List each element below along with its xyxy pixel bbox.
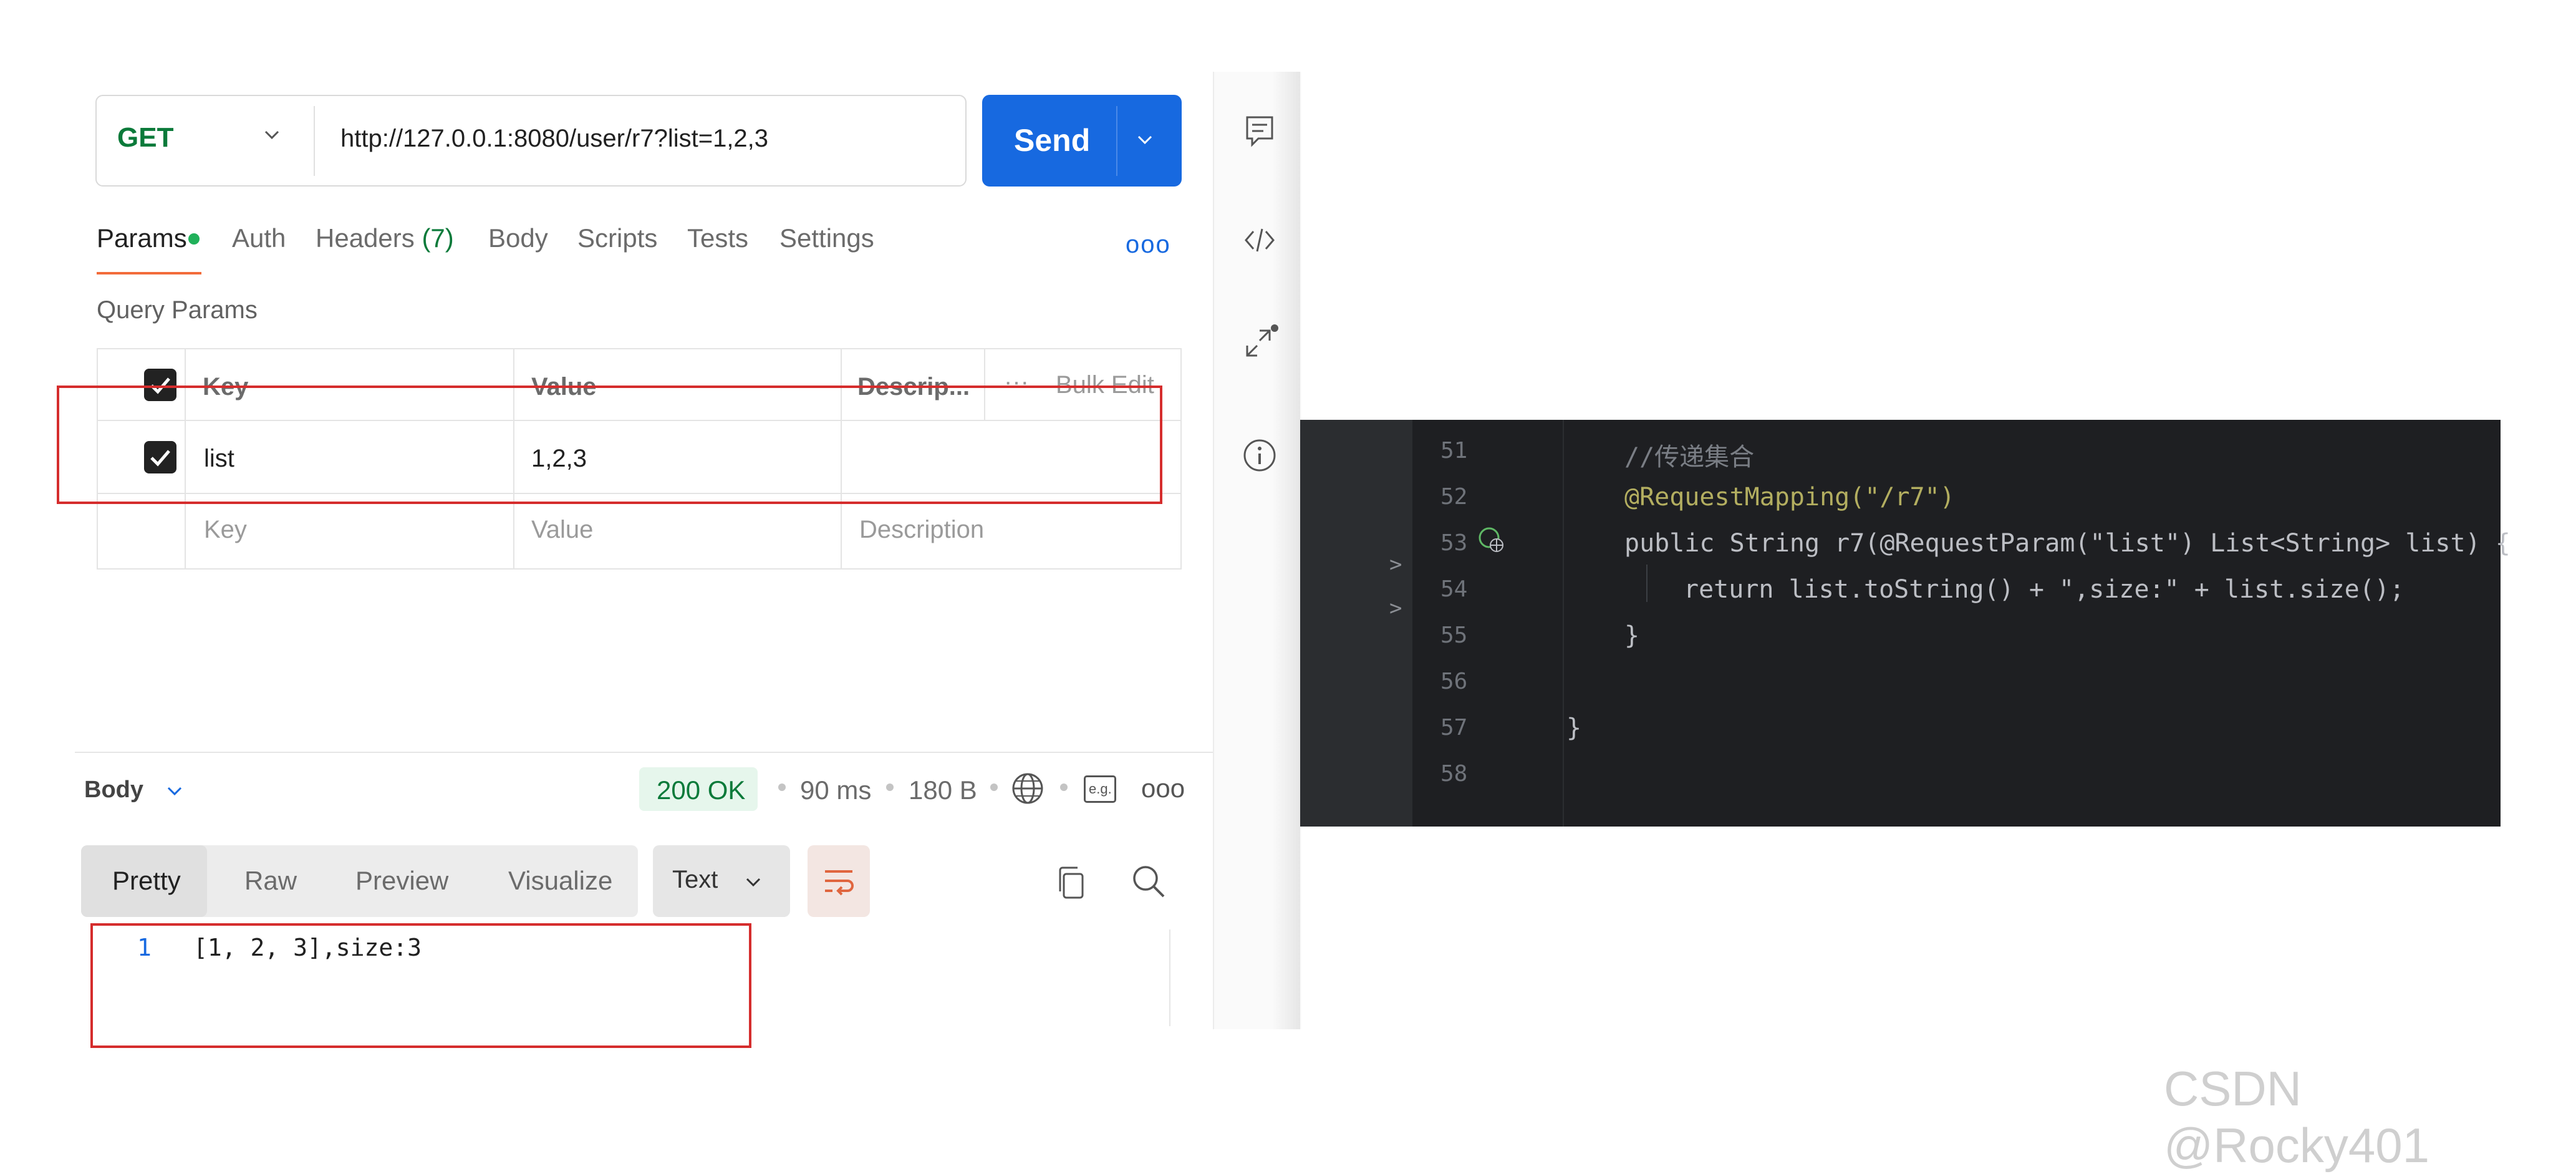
separator-dot xyxy=(990,783,998,791)
new-key-input[interactable]: Key xyxy=(204,516,247,544)
code-line: } xyxy=(1624,621,1640,650)
sidebar-shadow xyxy=(1272,72,1300,1029)
method-select[interactable]: GET xyxy=(117,122,173,153)
fold-marker[interactable]: > xyxy=(1389,596,1402,621)
line-number: 58 xyxy=(1440,761,1468,787)
query-params-label: Query Params xyxy=(97,296,258,324)
example-icon-label: e.g. xyxy=(1089,781,1112,797)
response-size: 180 B xyxy=(909,775,977,805)
code-annotation: @RequestMapping("/r7") xyxy=(1624,483,1955,512)
tab-scripts[interactable]: Scripts xyxy=(577,223,657,253)
tab-headers[interactable]: Headers (7) xyxy=(316,223,454,253)
send-divider xyxy=(1116,106,1117,176)
response-divider xyxy=(75,752,1213,753)
code-comment: //传递集合 xyxy=(1624,443,1755,472)
globe-icon[interactable] xyxy=(1010,771,1045,806)
comments-icon[interactable] xyxy=(1241,112,1278,150)
separator-dot xyxy=(1060,783,1068,791)
tab-body[interactable]: Body xyxy=(488,223,548,253)
active-tab-underline xyxy=(97,272,201,274)
headers-count: (7) xyxy=(422,223,454,253)
status-code: 200 OK xyxy=(657,775,746,805)
line-number: 52 xyxy=(1440,484,1468,510)
line-number: 51 xyxy=(1440,438,1468,463)
indent-guide xyxy=(1646,565,1647,602)
wrap-lines-button[interactable] xyxy=(808,845,870,917)
example-icon[interactable]: e.g. xyxy=(1084,775,1116,803)
line-number: 55 xyxy=(1440,623,1468,648)
new-value-input[interactable]: Value xyxy=(531,516,593,544)
tab-settings[interactable]: Settings xyxy=(779,223,874,253)
method-divider xyxy=(314,106,315,176)
tab-tests[interactable]: Tests xyxy=(687,223,748,253)
code-icon[interactable] xyxy=(1241,221,1278,259)
response-time: 90 ms xyxy=(800,775,872,805)
watermark: CSDN @Rocky401 xyxy=(2164,1061,2430,1173)
code-line: public String r7(@RequestParam("list") L… xyxy=(1624,529,2511,558)
code-line: return list.toString() + ",size:" + list… xyxy=(1684,575,2405,604)
separator-dot xyxy=(886,783,894,791)
info-icon[interactable] xyxy=(1241,437,1278,474)
editor-left-gutter xyxy=(1300,420,1412,827)
tab-headers-label: Headers xyxy=(316,223,415,253)
format-select-label[interactable]: Text xyxy=(672,866,718,894)
view-pretty[interactable]: Pretty xyxy=(112,866,181,896)
send-options-chevron-icon[interactable] xyxy=(1134,129,1156,151)
editor-line-gutter xyxy=(1412,420,1564,827)
search-icon[interactable] xyxy=(1130,863,1167,900)
send-button-label[interactable]: Send xyxy=(1014,122,1090,158)
code-line: //传递集合 xyxy=(1624,437,1754,473)
line-number: 57 xyxy=(1440,715,1468,740)
code-line: @RequestMapping("/r7") xyxy=(1624,483,1955,512)
url-input[interactable]: http://127.0.0.1:8080/user/r7?list=1,2,3 xyxy=(340,125,768,153)
view-raw[interactable]: Raw xyxy=(244,866,297,896)
related-collections-icon[interactable] xyxy=(1241,324,1278,362)
tab-params[interactable]: Params xyxy=(97,223,187,253)
highlight-annotation xyxy=(90,923,751,1048)
code-line: } xyxy=(1566,714,1582,742)
line-number: 54 xyxy=(1440,576,1468,602)
wrap-lines-icon xyxy=(825,870,854,896)
params-indicator-dot xyxy=(188,233,200,245)
chevron-down-icon[interactable] xyxy=(163,780,186,802)
line-number: 53 xyxy=(1440,530,1468,556)
chevron-down-icon[interactable] xyxy=(742,871,765,893)
tab-auth[interactable]: Auth xyxy=(232,223,286,253)
response-body-label[interactable]: Body xyxy=(84,777,143,803)
separator-dot xyxy=(778,783,786,791)
highlight-annotation xyxy=(57,386,1162,504)
response-more-icon[interactable]: ooo xyxy=(1141,774,1185,803)
chevron-down-icon[interactable] xyxy=(261,124,283,146)
view-preview[interactable]: Preview xyxy=(355,866,448,896)
response-scrollbar[interactable] xyxy=(1169,929,1170,1026)
more-options-icon[interactable]: ooo xyxy=(1126,231,1171,259)
line-number: 56 xyxy=(1440,669,1468,694)
copy-icon[interactable] xyxy=(1054,864,1089,901)
new-description-input[interactable]: Description xyxy=(859,516,984,544)
view-visualize[interactable]: Visualize xyxy=(508,866,612,896)
postman-request-panel: GET http://127.0.0.1:8080/user/r7?list=1… xyxy=(0,0,1213,1048)
endpoint-gutter-icon[interactable] xyxy=(1477,525,1507,555)
fold-marker[interactable]: > xyxy=(1389,552,1402,577)
